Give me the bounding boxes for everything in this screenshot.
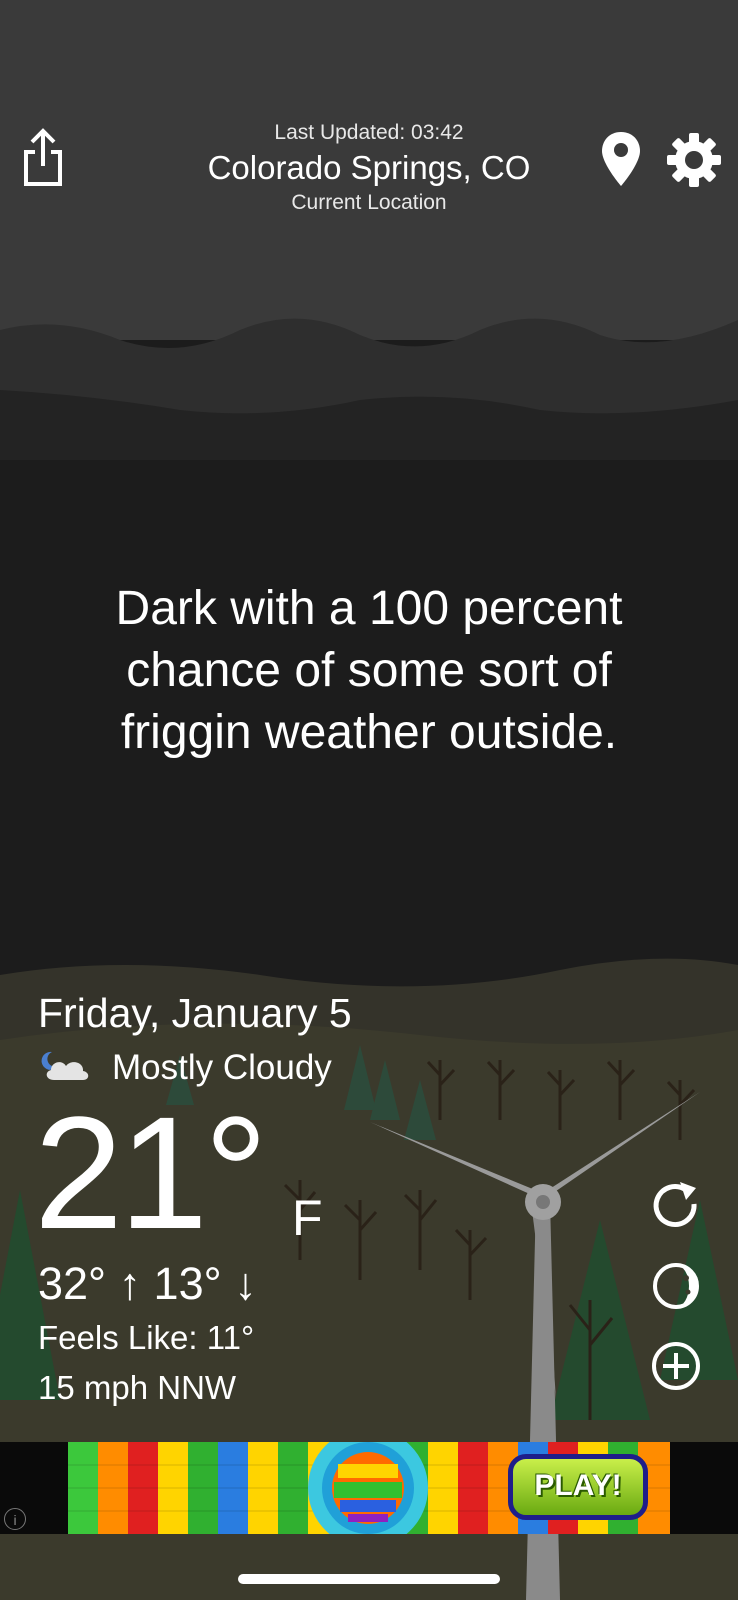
ad-image[interactable]: PLAY! [68,1442,670,1534]
ad-info-icon[interactable]: i [4,1508,26,1530]
feels-like: Feels Like: 11° [38,1319,255,1356]
temperature-unit[interactable]: F [292,1188,323,1248]
refresh-icon[interactable] [650,1180,702,1232]
weather-quip: Dark with a 100 percent chance of some s… [60,578,678,764]
location-pin-icon[interactable] [598,130,644,188]
quip-line-1: Dark with a 100 percent [115,582,623,635]
high-low-temperature: 32° ↑ 13° ↓ [38,1258,257,1309]
mostly-cloudy-night-icon [38,1046,94,1086]
header: Last Updated: 03:42 Colorado Springs, CO… [0,110,738,230]
current-location-label: Current Location [291,191,447,214]
play-button[interactable]: PLAY! [508,1454,648,1520]
city-name: Colorado Springs, CO [207,149,531,186]
location-title[interactable]: Last Updated: 03:42 Colorado Springs, CO… [180,120,558,216]
last-updated-label: Last Updated: 03:42 [274,121,464,144]
share-icon[interactable] [18,126,68,190]
ad-banner[interactable]: PLAY! i [0,1442,738,1534]
weather-scene-background [0,0,738,1600]
quip-line-2: chance of some sort of [126,644,612,697]
gear-icon[interactable] [666,132,722,188]
quip-line-3: friggin weather outside. [120,706,618,759]
current-temperature: 21° [34,1083,268,1262]
home-indicator[interactable] [238,1574,500,1584]
moon-phase-icon[interactable] [650,1260,702,1312]
forecast-date: Friday, January 5 [38,990,352,1036]
wind-speed: 15 mph NNW [38,1369,237,1406]
add-icon[interactable] [650,1340,702,1392]
